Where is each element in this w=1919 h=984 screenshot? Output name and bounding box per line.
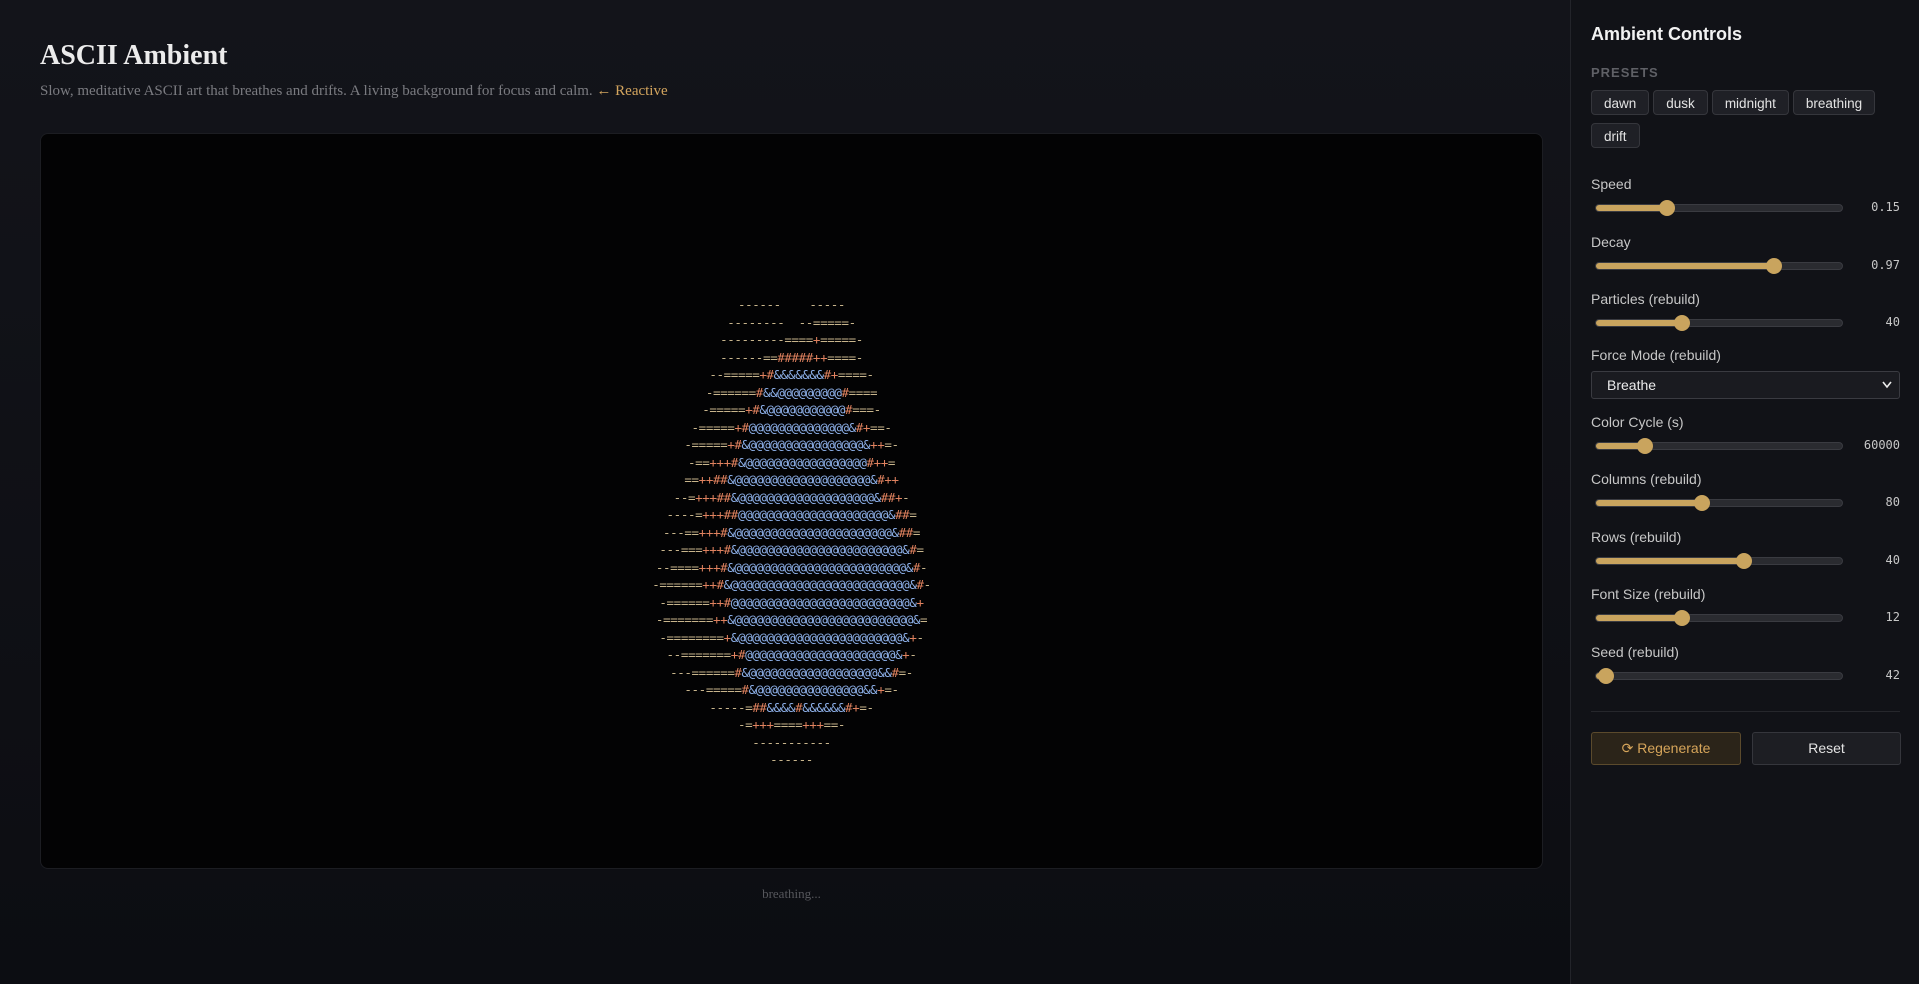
presets-group: dawn dusk midnight breathing drift	[1591, 90, 1911, 156]
columns-value: 80	[1885, 495, 1900, 509]
speed-slider[interactable]	[1595, 200, 1843, 216]
color-cycle-value: 60000	[1863, 438, 1900, 452]
reset-button[interactable]: Reset	[1752, 732, 1901, 765]
rows-slider-fill	[1596, 558, 1744, 564]
panel-divider	[1591, 711, 1900, 712]
presets-label: PRESETS	[1591, 65, 1659, 80]
font-size-value: 12	[1885, 610, 1900, 624]
columns-slider-fill	[1596, 500, 1702, 506]
preset-dawn-button[interactable]: dawn	[1591, 90, 1650, 115]
particles-slider[interactable]	[1595, 315, 1843, 331]
ascii-art: ------ ----- -------- --=====- ---------…	[652, 297, 931, 767]
particles-value: 40	[1885, 315, 1900, 329]
decay-slider-thumb[interactable]	[1766, 258, 1783, 274]
preset-breathing-button[interactable]: breathing	[1792, 90, 1876, 115]
color-cycle-label: Color Cycle (s)	[1591, 414, 1684, 430]
rows-value: 40	[1885, 553, 1900, 567]
rows-label: Rows (rebuild)	[1591, 529, 1682, 545]
status-text: breathing...	[762, 886, 821, 901]
color-cycle-slider[interactable]	[1595, 438, 1843, 454]
force-mode-value: Breathe	[1607, 377, 1657, 393]
font-size-slider-thumb[interactable]	[1674, 610, 1691, 626]
rows-slider-thumb[interactable]	[1735, 553, 1752, 569]
seed-slider[interactable]	[1595, 668, 1843, 684]
page-subtitle: Slow, meditative ASCII art that breathes…	[40, 83, 668, 100]
speed-value: 0.15	[1871, 200, 1900, 214]
decay-label: Decay	[1591, 234, 1631, 250]
decay-value: 0.97	[1871, 258, 1900, 272]
force-mode-label: Force Mode (rebuild)	[1591, 347, 1721, 363]
speed-label: Speed	[1591, 176, 1632, 192]
regenerate-button[interactable]: ⟳ Regenerate	[1591, 732, 1741, 765]
decay-slider[interactable]	[1595, 258, 1843, 274]
seed-value: 42	[1885, 668, 1900, 682]
subtitle-text: Slow, meditative ASCII art that breathes…	[40, 83, 593, 99]
force-mode-select[interactable]: Breathe	[1591, 371, 1900, 399]
chevron-down-icon	[1881, 372, 1893, 407]
particles-slider-thumb[interactable]	[1674, 315, 1691, 331]
speed-slider-fill	[1596, 205, 1668, 211]
decay-slider-fill	[1596, 263, 1775, 269]
seed-slider-thumb[interactable]	[1597, 668, 1614, 684]
particles-label: Particles (rebuild)	[1591, 291, 1700, 307]
seed-label: Seed (rebuild)	[1591, 644, 1679, 660]
panel-title: Ambient Controls	[1591, 24, 1742, 44]
particles-slider-fill	[1596, 320, 1683, 326]
speed-slider-thumb[interactable]	[1659, 200, 1676, 216]
rows-slider[interactable]	[1595, 553, 1843, 569]
font-size-slider[interactable]	[1595, 610, 1843, 626]
preset-dusk-button[interactable]: dusk	[1653, 90, 1708, 115]
ascii-canvas: ------ ----- -------- --=====- ---------…	[40, 133, 1543, 869]
color-cycle-slider-thumb[interactable]	[1637, 438, 1654, 454]
preset-drift-button[interactable]: drift	[1591, 123, 1640, 148]
reactive-link[interactable]: ← Reactive	[596, 83, 667, 99]
font-size-slider-fill	[1596, 615, 1683, 621]
columns-slider-thumb[interactable]	[1693, 495, 1710, 511]
columns-slider[interactable]	[1595, 495, 1843, 511]
page-title: ASCII Ambient	[40, 40, 228, 71]
controls-panel: Ambient Controls PRESETS dawn dusk midnigh…	[1570, 0, 1919, 984]
preset-midnight-button[interactable]: midnight	[1711, 90, 1789, 115]
font-size-label: Font Size (rebuild)	[1591, 586, 1706, 602]
main-area: ASCII Ambient Slow, meditative ASCII art…	[0, 0, 1570, 984]
columns-label: Columns (rebuild)	[1591, 471, 1702, 487]
